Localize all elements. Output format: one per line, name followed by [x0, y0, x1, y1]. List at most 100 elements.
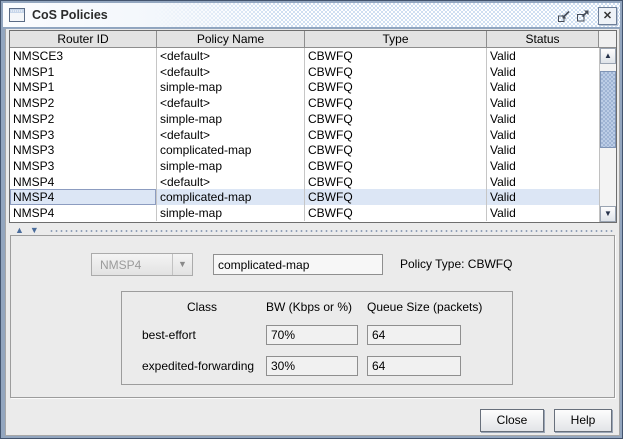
class-table: Class BW (Kbps or %) Queue Size (packets…: [121, 291, 513, 385]
cell-policy-name[interactable]: <default>: [157, 95, 305, 111]
help-button[interactable]: Help: [554, 409, 612, 432]
cell-status[interactable]: Valid: [487, 205, 598, 221]
scrollbar-track[interactable]: [600, 64, 616, 206]
column-header-status[interactable]: Status: [487, 31, 599, 47]
table-row[interactable]: NMSP4complicated-mapCBWFQValid: [10, 189, 599, 205]
cell-router-id[interactable]: NMSP3: [10, 158, 157, 174]
column-header-type[interactable]: Type: [305, 31, 487, 47]
cell-router-id[interactable]: NMSP4: [10, 189, 157, 205]
table-row[interactable]: NMSP4<default>CBWFQValid: [10, 174, 599, 190]
table-row[interactable]: NMSP1simple-mapCBWFQValid: [10, 79, 599, 95]
router-select-value: NMSP4: [92, 258, 172, 272]
cell-type[interactable]: CBWFQ: [305, 205, 487, 221]
policy-type-label: Policy Type: CBWFQ: [400, 257, 512, 271]
queue-input-expedited-forwarding[interactable]: [367, 356, 461, 376]
router-select[interactable]: NMSP4 ▼: [91, 253, 193, 276]
divider-texture: [49, 229, 615, 233]
cell-type[interactable]: CBWFQ: [305, 174, 487, 190]
divider-collapse-up-icon[interactable]: ▲: [15, 226, 24, 235]
cell-type[interactable]: CBWFQ: [305, 127, 487, 143]
cell-type[interactable]: CBWFQ: [305, 95, 487, 111]
chevron-down-icon: ▼: [172, 254, 192, 275]
cell-type[interactable]: CBWFQ: [305, 79, 487, 95]
cell-router-id[interactable]: NMSP4: [10, 174, 157, 190]
maximize-icon[interactable]: [576, 10, 590, 23]
column-header-policy-name[interactable]: Policy Name: [157, 31, 305, 47]
cell-status[interactable]: Valid: [487, 142, 598, 158]
cell-policy-name[interactable]: <default>: [157, 174, 305, 190]
cell-status[interactable]: Valid: [487, 189, 598, 205]
cell-policy-name[interactable]: <default>: [157, 48, 305, 64]
cell-status[interactable]: Valid: [487, 48, 598, 64]
divider-collapse-down-icon[interactable]: ▼: [30, 226, 39, 235]
scrollbar-down-button[interactable]: ▼: [600, 206, 616, 222]
window-icon: [9, 8, 25, 22]
policy-name-input[interactable]: [213, 254, 383, 275]
cell-router-id[interactable]: NMSP2: [10, 111, 157, 127]
cell-policy-name[interactable]: simple-map: [157, 158, 305, 174]
cell-status[interactable]: Valid: [487, 127, 598, 143]
table-row[interactable]: NMSP2<default>CBWFQValid: [10, 95, 599, 111]
scrollbar-up-button[interactable]: ▲: [600, 48, 616, 64]
table-header-row: Router ID Policy Name Type Status: [10, 31, 616, 48]
cell-router-id[interactable]: NMSCE3: [10, 48, 157, 64]
close-button[interactable]: Close: [480, 409, 544, 432]
cell-router-id[interactable]: NMSP1: [10, 79, 157, 95]
cell-status[interactable]: Valid: [487, 95, 598, 111]
cell-policy-name[interactable]: <default>: [157, 64, 305, 80]
cell-router-id[interactable]: NMSP3: [10, 142, 157, 158]
cell-status[interactable]: Valid: [487, 64, 598, 80]
cell-status[interactable]: Valid: [487, 158, 598, 174]
cell-policy-name[interactable]: complicated-map: [157, 189, 305, 205]
cell-policy-name[interactable]: <default>: [157, 127, 305, 143]
queue-column-header: Queue Size (packets): [367, 300, 482, 314]
close-window-button[interactable]: ✕: [598, 7, 617, 25]
cell-status[interactable]: Valid: [487, 174, 598, 190]
vertical-scrollbar[interactable]: ▲ ▼: [599, 48, 616, 222]
bw-input-expedited-forwarding[interactable]: [266, 356, 358, 376]
bw-column-header: BW (Kbps or %): [266, 300, 352, 314]
table-row[interactable]: NMSP3<default>CBWFQValid: [10, 127, 599, 143]
window-title: CoS Policies: [32, 8, 108, 22]
cell-router-id[interactable]: NMSP1: [10, 64, 157, 80]
queue-input-best-effort[interactable]: [367, 325, 461, 345]
cell-status[interactable]: Valid: [487, 79, 598, 95]
table-body: NMSCE3<default>CBWFQValidNMSP1<default>C…: [10, 48, 599, 222]
cell-type[interactable]: CBWFQ: [305, 48, 487, 64]
cell-policy-name[interactable]: complicated-map: [157, 142, 305, 158]
column-header-router-id[interactable]: Router ID: [10, 31, 157, 47]
class-row-label: expedited-forwarding: [142, 359, 254, 373]
scrollbar-thumb[interactable]: [600, 71, 616, 148]
bw-input-best-effort[interactable]: [266, 325, 358, 345]
cell-policy-name[interactable]: simple-map: [157, 79, 305, 95]
table-row[interactable]: NMSP1<default>CBWFQValid: [10, 64, 599, 80]
cell-type[interactable]: CBWFQ: [305, 142, 487, 158]
cos-policies-window: CoS Policies ✕ Router ID Policy Name Typ…: [0, 0, 623, 439]
split-divider[interactable]: ▲ ▼: [9, 226, 617, 235]
cell-router-id[interactable]: NMSP4: [10, 205, 157, 221]
content-area: Router ID Policy Name Type Status NMSCE3…: [5, 29, 620, 436]
table-row[interactable]: NMSP2simple-mapCBWFQValid: [10, 111, 599, 127]
cell-type[interactable]: CBWFQ: [305, 111, 487, 127]
title-bar[interactable]: CoS Policies ✕: [3, 3, 620, 28]
cell-status[interactable]: Valid: [487, 111, 598, 127]
table-row[interactable]: NMSP4simple-mapCBWFQValid: [10, 205, 599, 221]
table-row[interactable]: NMSP3simple-mapCBWFQValid: [10, 158, 599, 174]
minimize-icon[interactable]: [557, 10, 571, 23]
scroll-up-icon: ▲: [604, 52, 612, 60]
scroll-down-icon: ▼: [604, 210, 612, 218]
class-column-header: Class: [142, 300, 262, 314]
cell-policy-name[interactable]: simple-map: [157, 111, 305, 127]
policies-table: Router ID Policy Name Type Status NMSCE3…: [9, 30, 617, 223]
table-row[interactable]: NMSCE3<default>CBWFQValid: [10, 48, 599, 64]
table-row[interactable]: NMSP3complicated-mapCBWFQValid: [10, 142, 599, 158]
cell-type[interactable]: CBWFQ: [305, 64, 487, 80]
cell-type[interactable]: CBWFQ: [305, 189, 487, 205]
close-icon: ✕: [603, 11, 612, 22]
class-row-label: best-effort: [142, 328, 196, 342]
cell-type[interactable]: CBWFQ: [305, 158, 487, 174]
cell-router-id[interactable]: NMSP2: [10, 95, 157, 111]
cell-router-id[interactable]: NMSP3: [10, 127, 157, 143]
cell-policy-name[interactable]: simple-map: [157, 205, 305, 221]
policy-detail-panel: NMSP4 ▼ Policy Type: CBWFQ Class BW (Kbp…: [10, 235, 615, 398]
